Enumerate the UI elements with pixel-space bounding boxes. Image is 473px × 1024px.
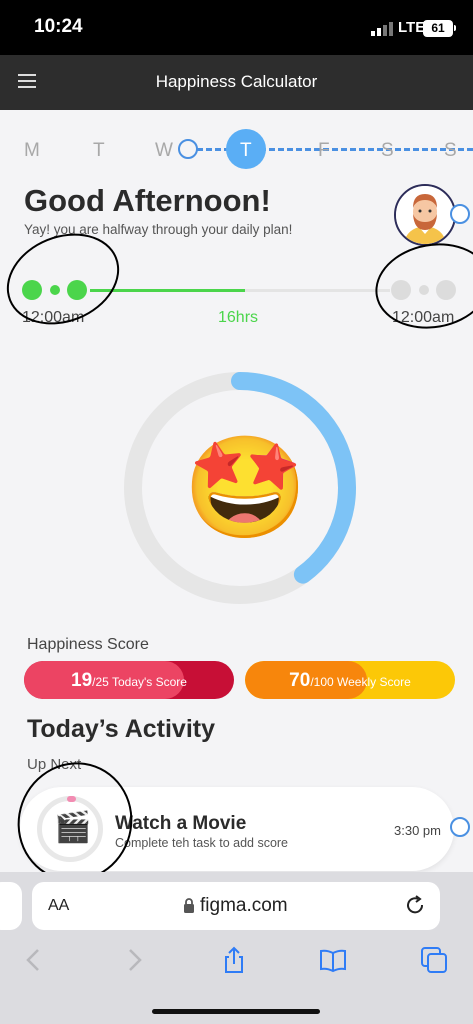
bookmarks-icon[interactable] bbox=[319, 946, 347, 974]
cellular-signal-icon bbox=[371, 22, 393, 36]
tabs-icon[interactable] bbox=[420, 946, 448, 974]
network-label: LTE bbox=[398, 19, 426, 36]
happiness-score-title: Happiness Score bbox=[27, 636, 149, 653]
activity-time: 3:30 pm bbox=[394, 823, 441, 838]
weekly-score-label: /100 Weekly Score bbox=[310, 675, 411, 689]
url-text: figma.com bbox=[200, 895, 288, 916]
reader-aa-button[interactable]: AA bbox=[48, 897, 69, 915]
day-marker-ring bbox=[178, 139, 198, 159]
activity-description: Complete teh task to add score bbox=[115, 836, 289, 850]
app-title: Happiness Calculator bbox=[155, 72, 318, 91]
activity-name: Watch a Movie bbox=[115, 813, 247, 834]
day-thursday[interactable]: T bbox=[240, 140, 252, 162]
annotation-circle bbox=[368, 234, 473, 338]
reload-icon[interactable] bbox=[404, 894, 426, 916]
weekly-score-text: 70/100 Weekly Score bbox=[245, 670, 455, 692]
day-wednesday[interactable]: W bbox=[155, 140, 173, 162]
home-indicator bbox=[152, 1009, 320, 1014]
day-friday[interactable]: F bbox=[318, 140, 330, 162]
weekly-score-value: 70 bbox=[289, 670, 311, 691]
todays-activity-title: Today’s Activity bbox=[27, 715, 216, 743]
star-struck-emoji-icon: 🤩 bbox=[183, 432, 308, 544]
forward-icon[interactable] bbox=[120, 946, 148, 974]
weekly-score-pill[interactable]: 70/100 Weekly Score bbox=[245, 661, 455, 699]
battery-icon: 61 bbox=[423, 20, 453, 37]
status-time: 10:24 bbox=[34, 16, 83, 37]
share-icon[interactable] bbox=[220, 946, 248, 974]
edge-marker-ring bbox=[450, 817, 470, 837]
today-score-label: /25 Today's Score bbox=[92, 675, 187, 689]
today-score-text: 19/25 Today's Score bbox=[24, 670, 234, 692]
day-tuesday[interactable]: T bbox=[93, 140, 105, 162]
day-monday[interactable]: M bbox=[24, 140, 40, 162]
today-score-value: 19 bbox=[71, 670, 93, 691]
edge-marker-ring bbox=[450, 204, 470, 224]
bearded-man-avatar-icon[interactable] bbox=[394, 184, 456, 246]
previous-tab-stub[interactable] bbox=[0, 882, 22, 930]
day-saturday[interactable]: S bbox=[381, 140, 394, 162]
today-score-pill[interactable]: 19/25 Today's Score bbox=[24, 661, 234, 699]
lock-icon bbox=[184, 898, 194, 913]
greeting-title: Good Afternoon! bbox=[24, 183, 271, 218]
timeline-elapsed-hours: 16hrs bbox=[218, 309, 259, 326]
day-sunday[interactable]: S bbox=[444, 140, 457, 162]
back-icon[interactable] bbox=[20, 946, 48, 974]
